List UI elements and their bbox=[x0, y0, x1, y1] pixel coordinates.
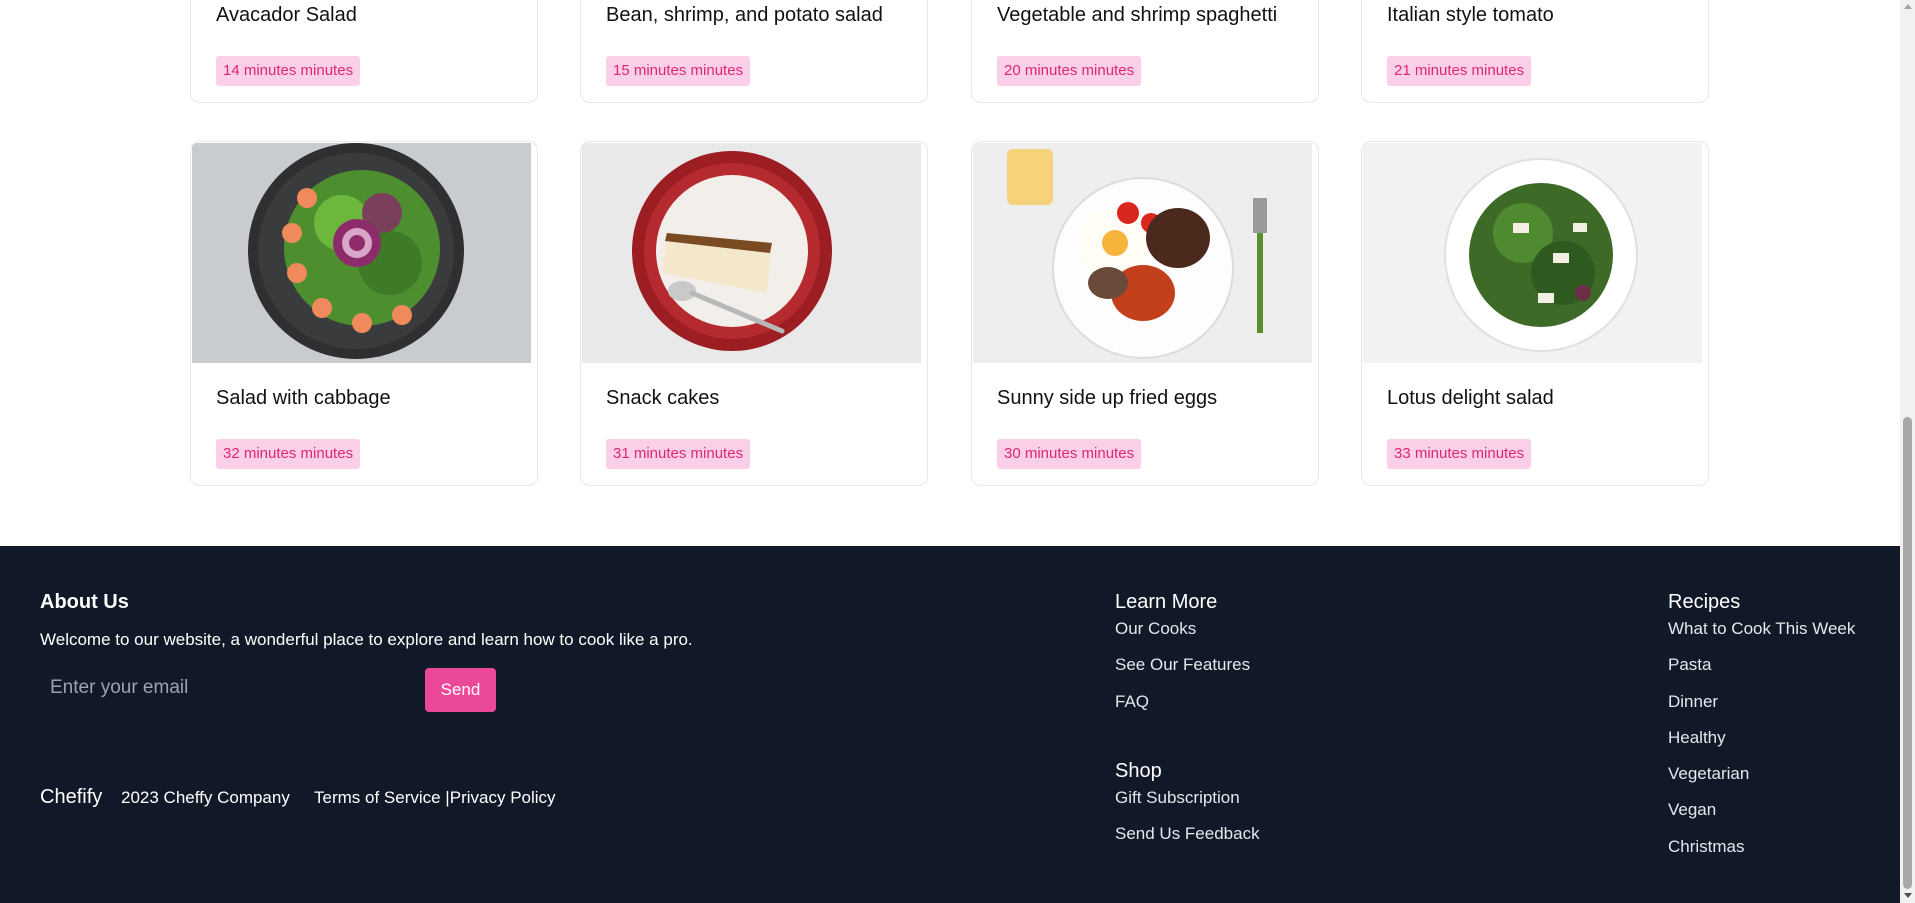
footer-link-our-cooks[interactable]: Our Cooks bbox=[1115, 619, 1196, 639]
recipe-title: Salad with cabbage bbox=[216, 387, 391, 409]
recipe-title: Vegetable and shrimp spaghetti bbox=[997, 4, 1278, 26]
recipe-card[interactable]: Italian style tomato 21 minutes minutes bbox=[1361, 0, 1709, 103]
footer-link-gift-subscription[interactable]: Gift Subscription bbox=[1115, 788, 1240, 808]
footer-link-vegetarian[interactable]: Vegetarian bbox=[1668, 764, 1749, 784]
footer-link-pasta[interactable]: Pasta bbox=[1668, 655, 1711, 675]
recipe-image-snack-cakes[interactable] bbox=[582, 143, 921, 363]
recipe-card[interactable]: Sunny side up fried eggs 30 minutes minu… bbox=[971, 141, 1319, 486]
newsletter-email-input[interactable] bbox=[40, 668, 410, 708]
recipe-card[interactable]: Salad with cabbage 32 minutes minutes bbox=[190, 141, 538, 486]
scroll-down-arrow-icon[interactable] bbox=[1904, 893, 1912, 898]
shop-heading: Shop bbox=[1115, 760, 1162, 782]
about-us-heading: About Us bbox=[40, 591, 129, 613]
cook-time-badge: 31 minutes minutes bbox=[606, 439, 751, 469]
recipes-heading: Recipes bbox=[1668, 591, 1741, 613]
recipe-title: Sunny side up fried eggs bbox=[997, 387, 1218, 409]
footer-link-what-to-cook[interactable]: What to Cook This Week bbox=[1668, 619, 1855, 639]
cook-time-badge: 33 minutes minutes bbox=[1387, 439, 1532, 469]
recipe-title: Avacador Salad bbox=[216, 4, 357, 26]
cook-time-badge: 30 minutes minutes bbox=[997, 439, 1142, 469]
recipe-title: Italian style tomato bbox=[1387, 4, 1554, 26]
recipe-title: Snack cakes bbox=[606, 387, 720, 409]
send-button[interactable]: Send bbox=[425, 668, 496, 712]
vertical-scrollbar[interactable] bbox=[1900, 0, 1915, 903]
cook-time-badge: 15 minutes minutes bbox=[606, 56, 751, 86]
recipe-image-fried-eggs[interactable] bbox=[973, 143, 1312, 363]
recipe-title: Lotus delight salad bbox=[1387, 387, 1554, 409]
footer-link-healthy[interactable]: Healthy bbox=[1668, 728, 1726, 748]
recipe-card[interactable]: Lotus delight salad 33 minutes minutes bbox=[1361, 141, 1709, 486]
footer-link-vegan[interactable]: Vegan bbox=[1668, 800, 1716, 820]
recipe-card[interactable]: Snack cakes 31 minutes minutes bbox=[580, 141, 928, 486]
footer-link-dinner[interactable]: Dinner bbox=[1668, 692, 1718, 712]
recipe-image-lotus-delight-salad[interactable] bbox=[1363, 143, 1702, 363]
recipe-image-salad-with-cabbage[interactable] bbox=[192, 143, 531, 363]
site-footer: About Us Welcome to our website, a wonde… bbox=[0, 546, 1900, 903]
scroll-up-arrow-icon[interactable] bbox=[1904, 4, 1912, 9]
legal-links: Terms of Service |Privacy Policy bbox=[314, 788, 556, 808]
footer-link-see-our-features[interactable]: See Our Features bbox=[1115, 655, 1250, 675]
footer-link-faq[interactable]: FAQ bbox=[1115, 692, 1149, 712]
recipe-grid-section: Avacador Salad 14 minutes minutes Bean, … bbox=[0, 0, 1900, 546]
cook-time-badge: 14 minutes minutes bbox=[216, 56, 361, 86]
footer-link-christmas[interactable]: Christmas bbox=[1668, 837, 1745, 857]
about-us-text: Welcome to our website, a wonderful plac… bbox=[40, 630, 693, 649]
terms-of-service-link[interactable]: Terms of Service | bbox=[314, 788, 450, 807]
recipe-card[interactable]: Vegetable and shrimp spaghetti 20 minute… bbox=[971, 0, 1319, 103]
cook-time-badge: 32 minutes minutes bbox=[216, 439, 361, 469]
footer-brand-logo[interactable]: Chefify bbox=[40, 786, 102, 809]
copyright-text: 2023 Cheffy Company bbox=[121, 788, 290, 807]
recipe-title: Bean, shrimp, and potato salad bbox=[606, 4, 883, 26]
privacy-policy-link[interactable]: Privacy Policy bbox=[450, 788, 556, 807]
recipe-card[interactable]: Bean, shrimp, and potato salad 15 minute… bbox=[580, 0, 928, 103]
learn-more-heading: Learn More bbox=[1115, 591, 1218, 613]
footer-link-send-us-feedback[interactable]: Send Us Feedback bbox=[1115, 824, 1260, 844]
recipe-card[interactable]: Avacador Salad 14 minutes minutes bbox=[190, 0, 538, 103]
cook-time-badge: 20 minutes minutes bbox=[997, 56, 1142, 86]
cook-time-badge: 21 minutes minutes bbox=[1387, 56, 1532, 86]
scrollbar-thumb[interactable] bbox=[1903, 417, 1912, 889]
